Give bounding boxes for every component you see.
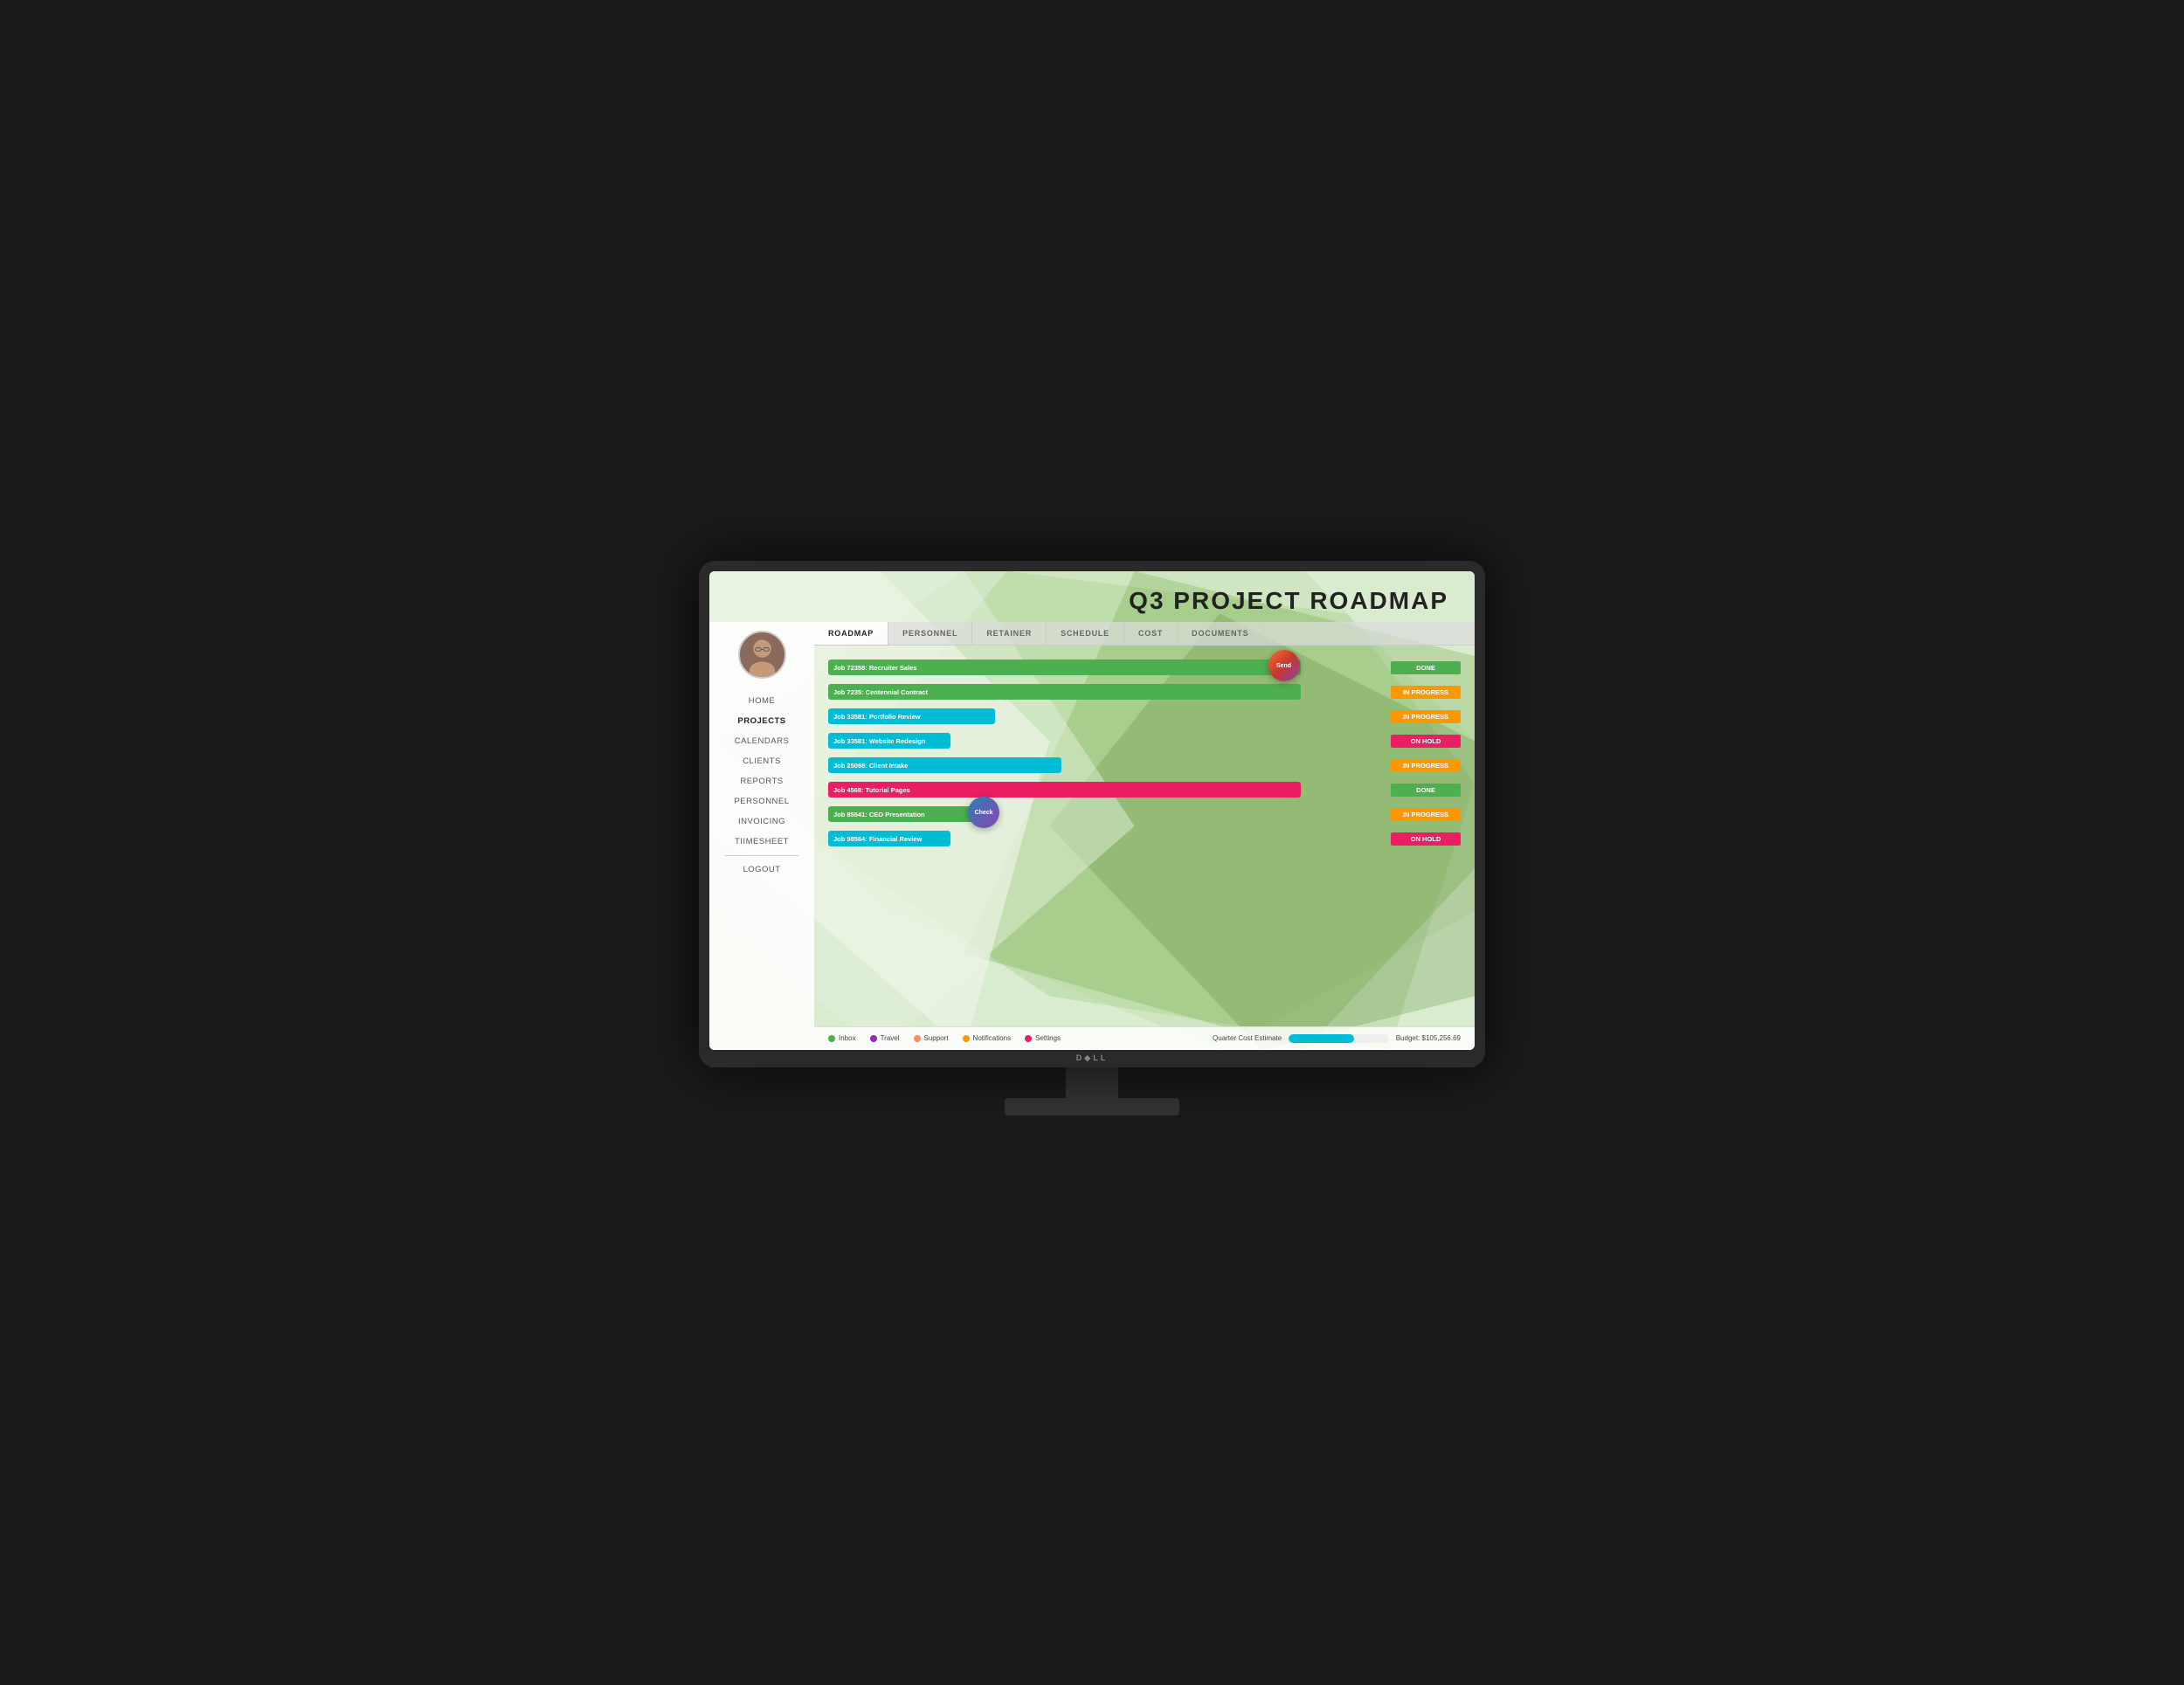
gantt-row-job-33581-portfolio: Job 33581: Portfolio Review IN PROGRESS xyxy=(828,707,1461,726)
sidebar-item-clients[interactable]: CLIENTS xyxy=(709,751,814,771)
status-travel[interactable]: Travel xyxy=(870,1034,900,1042)
dell-logo: D◆LL xyxy=(1076,1053,1108,1063)
support-dot xyxy=(914,1035,921,1042)
status-bar: Inbox Travel Support xyxy=(814,1026,1475,1050)
send-marker[interactable]: Send xyxy=(1268,650,1300,681)
sidebar-item-calendars[interactable]: CALENDARS xyxy=(709,731,814,751)
monitor-stand-neck xyxy=(1066,1067,1118,1098)
gantt-bar-job-4568: Job 4568: Tutorial Pages xyxy=(828,782,1301,798)
gantt-track-job-85541: Job 85541: CEO Presentation Check xyxy=(828,805,1384,824)
cost-bar-fill xyxy=(1289,1034,1353,1043)
tab-roadmap[interactable]: ROADMAP xyxy=(814,622,888,645)
notifications-dot xyxy=(963,1035,970,1042)
sidebar-item-reports[interactable]: REPORTS xyxy=(709,771,814,791)
monitor-stand-base xyxy=(1005,1098,1179,1115)
sidebar-item-personnel[interactable]: PERSONNEL xyxy=(709,791,814,811)
gantt-bar-job-33581-portfolio: Job 33581: Portfolio Review xyxy=(828,708,995,724)
tab-schedule[interactable]: SCHEDULE xyxy=(1047,622,1124,645)
status-badge-job-72358: DONE xyxy=(1391,661,1461,674)
travel-dot xyxy=(870,1035,877,1042)
content-area: ROADMAP PERSONNEL RETAINER SCHEDULE xyxy=(814,622,1475,1050)
gantt-bar-job-98564: Job 98564: Financial Review xyxy=(828,831,950,846)
status-badge-job-98564: ON HOLD xyxy=(1391,832,1461,846)
status-badge-job-4568: DONE xyxy=(1391,784,1461,797)
gantt-track-job-72358: Job 72358: Recruiter Sales Send xyxy=(828,658,1384,677)
sidebar-item-projects[interactable]: PROJECTS xyxy=(709,711,814,731)
cost-label: Quarter Cost Estimate xyxy=(1213,1034,1282,1042)
sidebar-item-timesheet[interactable]: TIIMESHEET xyxy=(709,832,814,852)
app-header: Q3 PROJECT ROADMAP xyxy=(709,571,1475,622)
gantt-track-job-25098: Job 25098: Client Intake xyxy=(828,756,1384,775)
page-title: Q3 PROJECT ROADMAP xyxy=(709,587,1448,615)
tab-cost[interactable]: COST xyxy=(1124,622,1178,645)
app-main: HOME PROJECTS CALENDARS CLIENTS REPORTS xyxy=(709,622,1475,1050)
gantt-row-job-25098: Job 25098: Client Intake IN PROGRESS xyxy=(828,756,1461,775)
cost-estimate: Quarter Cost Estimate Budget: $105,256.6… xyxy=(1213,1034,1461,1043)
gantt-row-job-85541: Job 85541: CEO Presentation Check IN PRO… xyxy=(828,805,1461,824)
gantt-bar-job-7235: Job 7235: Centennial Contract xyxy=(828,684,1301,700)
gantt-row-job-72358: Job 72358: Recruiter Sales Send DONE xyxy=(828,658,1461,677)
gantt-row-job-7235: Job 7235: Centennial Contract IN PROGRES… xyxy=(828,682,1461,701)
gantt-row-job-98564: Job 98564: Financial Review ON HOLD xyxy=(828,829,1461,848)
gantt-track-job-7235: Job 7235: Centennial Contract xyxy=(828,682,1384,701)
gantt-bar-job-25098: Job 25098: Client Intake xyxy=(828,757,1061,773)
gantt-bar-job-72358: Job 72358: Recruiter Sales xyxy=(828,659,1301,675)
status-badge-job-33581-portfolio: IN PROGRESS xyxy=(1391,710,1461,723)
avatar xyxy=(738,631,786,679)
budget-text: Budget: $105,256.69 xyxy=(1396,1034,1461,1042)
monitor-bezel-bottom: D◆LL xyxy=(709,1050,1475,1067)
gantt-track-job-33581-website: Job 33581: Website Redesign xyxy=(828,731,1384,750)
tab-documents[interactable]: DOCUMENTS xyxy=(1178,622,1263,645)
sidebar: HOME PROJECTS CALENDARS CLIENTS REPORTS xyxy=(709,622,814,1050)
gantt-track-job-4568: Job 4568: Tutorial Pages xyxy=(828,780,1384,799)
status-badge-job-25098: IN PROGRESS xyxy=(1391,759,1461,772)
tab-personnel[interactable]: PERSONNEL xyxy=(888,622,972,645)
status-notifications[interactable]: Notifications xyxy=(963,1034,1012,1042)
cost-bar-track xyxy=(1289,1034,1389,1043)
status-badge-job-85541: IN PROGRESS xyxy=(1391,808,1461,821)
monitor-outer: Q3 PROJECT ROADMAP xyxy=(699,561,1485,1067)
sidebar-item-home[interactable]: HOME xyxy=(709,691,814,711)
tabs-bar: ROADMAP PERSONNEL RETAINER SCHEDULE xyxy=(814,622,1475,646)
app-container: Q3 PROJECT ROADMAP xyxy=(709,571,1475,1050)
sidebar-item-logout[interactable]: LOGOUT xyxy=(709,860,814,880)
sidebar-item-invoicing[interactable]: INVOICING xyxy=(709,811,814,832)
status-support[interactable]: Support xyxy=(914,1034,949,1042)
status-badge-job-7235: IN PROGRESS xyxy=(1391,686,1461,699)
gantt-row-job-33581-website: Job 33581: Website Redesign ON HOLD xyxy=(828,731,1461,750)
status-inbox[interactable]: Inbox xyxy=(828,1034,856,1042)
tab-retainer[interactable]: RETAINER xyxy=(972,622,1047,645)
status-badge-job-33581-website: ON HOLD xyxy=(1391,735,1461,748)
inbox-dot xyxy=(828,1035,835,1042)
gantt-row-job-4568: Job 4568: Tutorial Pages DONE xyxy=(828,780,1461,799)
gantt-track-job-98564: Job 98564: Financial Review xyxy=(828,829,1384,848)
gantt-bar-job-33581-website: Job 33581: Website Redesign xyxy=(828,733,950,749)
nav-divider xyxy=(725,855,798,856)
roadmap-content: Job 72358: Recruiter Sales Send DONE xyxy=(814,646,1475,1026)
settings-dot xyxy=(1025,1035,1032,1042)
check-marker[interactable]: Check xyxy=(968,797,999,828)
monitor-screen: Q3 PROJECT ROADMAP xyxy=(709,571,1475,1050)
monitor-wrapper: Q3 PROJECT ROADMAP xyxy=(699,561,1485,1124)
status-settings[interactable]: Settings xyxy=(1025,1034,1061,1042)
gantt-track-job-33581-portfolio: Job 33581: Portfolio Review xyxy=(828,707,1384,726)
